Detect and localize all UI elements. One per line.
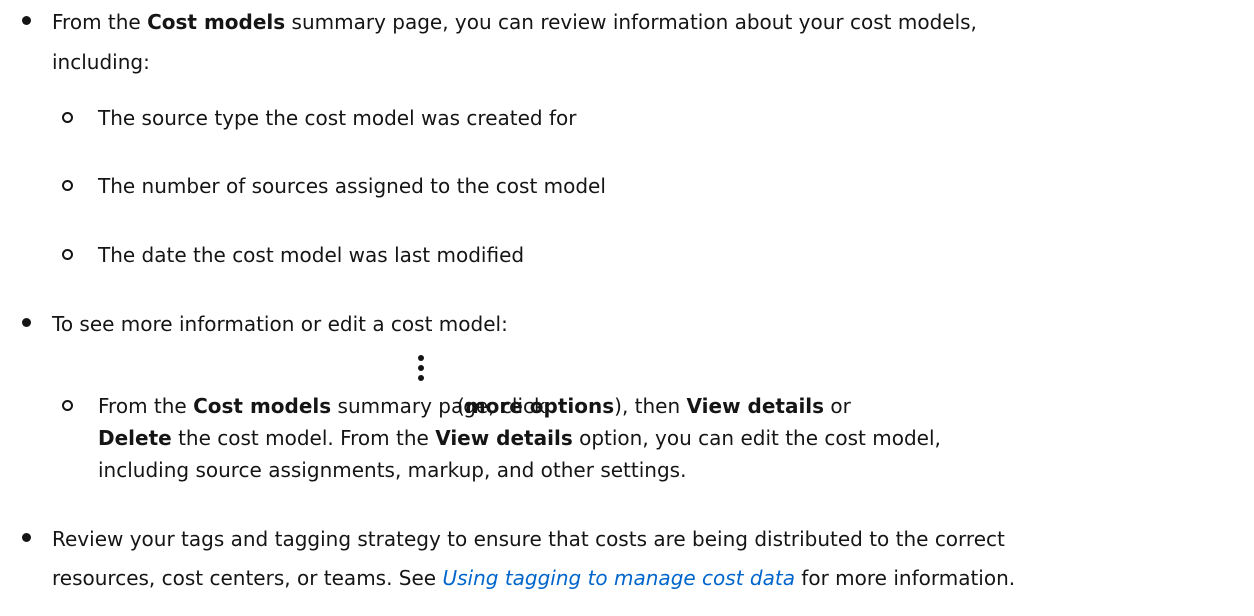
sub-bullet-marker <box>62 180 73 191</box>
edit-intro: To see more information or edit a cost m… <box>52 312 508 336</box>
bullet-marker <box>22 533 31 542</box>
summary-text-line-1: From the Cost models summary page, you c… <box>52 10 977 34</box>
sub-bullet-marker <box>62 249 73 260</box>
tags-line-2: resources, cost centers, or teams. See U… <box>52 566 1016 590</box>
edit-sub-line-1-cont: (more options), then View details or <box>457 394 851 418</box>
tags-line-1: Review your tags and tagging strategy to… <box>52 527 1005 551</box>
cost-models-bold: Cost models <box>147 10 286 34</box>
edit-sub-line-2: Delete the cost model. From the View det… <box>98 426 941 450</box>
kebab-vertical-icon <box>417 355 425 385</box>
tagging-docs-link[interactable]: Using tagging to manage cost data <box>442 566 794 590</box>
sub-item: The date the cost model was last modifie… <box>98 243 525 267</box>
sub-item: The source type the cost model was creat… <box>98 106 577 130</box>
sub-item: The number of sources assigned to the co… <box>98 174 606 198</box>
bullet-marker <box>22 16 31 25</box>
edit-sub-line-3: including source assignments, markup, an… <box>98 458 687 482</box>
bullet-marker <box>22 318 31 327</box>
summary-text-line-2: including: <box>52 50 150 74</box>
sub-bullet-marker <box>62 400 73 411</box>
sub-bullet-marker <box>62 112 73 123</box>
